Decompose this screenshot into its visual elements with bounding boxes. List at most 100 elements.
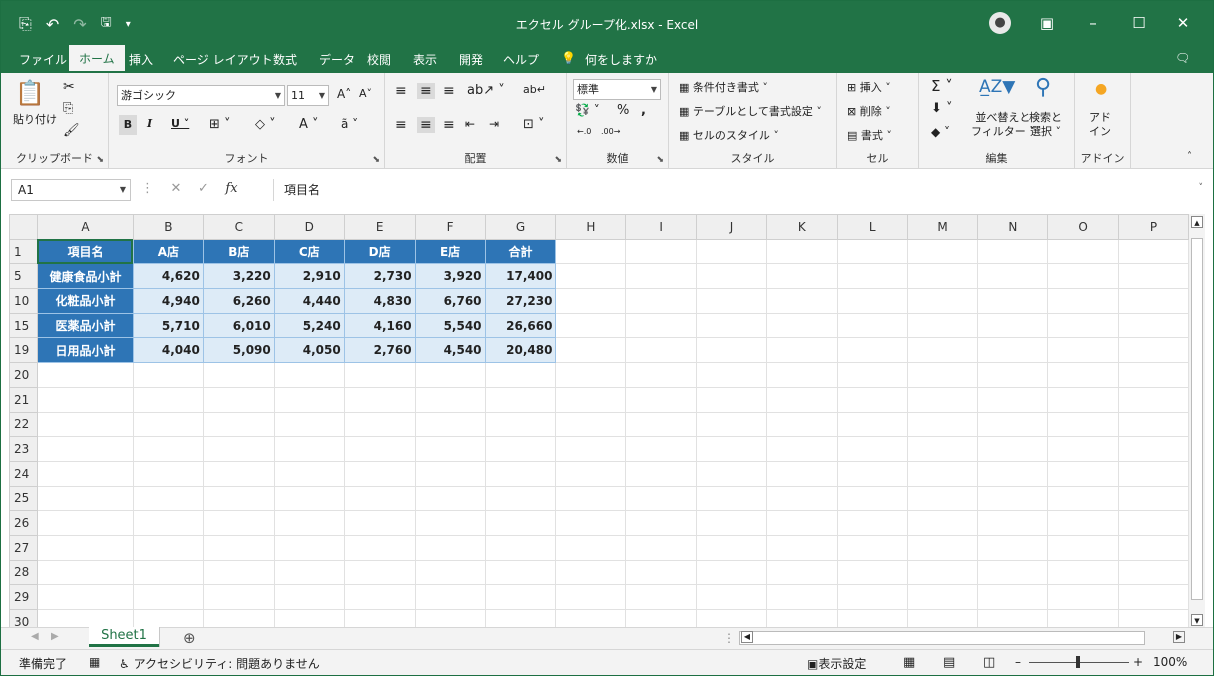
cell[interactable] <box>414 485 486 512</box>
insert-cells-button[interactable]: ⊞ 挿入 ˅ <box>847 79 891 95</box>
display-settings-button[interactable]: ▣表示設定 <box>807 655 866 672</box>
row-header[interactable]: 10 <box>9 288 38 314</box>
cell[interactable] <box>696 559 767 586</box>
cell[interactable] <box>484 534 557 561</box>
column-header[interactable]: H <box>555 214 627 240</box>
align-top-icon[interactable]: ≡ <box>395 83 407 99</box>
cell[interactable] <box>977 263 1049 290</box>
cell[interactable] <box>202 609 275 628</box>
phonetic-icon[interactable]: ã ˅ <box>341 117 358 131</box>
cell[interactable] <box>696 238 767 265</box>
cell[interactable] <box>555 411 627 438</box>
cell[interactable] <box>1118 362 1189 388</box>
comma-style-icon[interactable]: , <box>641 103 646 118</box>
delete-cells-button[interactable]: ⊠ 削除 ˅ <box>847 103 891 119</box>
cell[interactable] <box>343 559 416 586</box>
cell[interactable] <box>202 460 275 487</box>
cell[interactable] <box>36 559 134 586</box>
zoom-slider-thumb[interactable] <box>1076 656 1080 668</box>
cell[interactable] <box>696 312 767 339</box>
cell[interactable] <box>36 534 134 561</box>
number-format-combo[interactable]: 標準 ▼ <box>573 79 661 100</box>
cell[interactable] <box>202 510 275 536</box>
cell[interactable] <box>625 609 698 628</box>
cell[interactable] <box>273 510 345 536</box>
cell[interactable] <box>555 238 627 265</box>
cell[interactable] <box>202 436 275 462</box>
cell[interactable] <box>273 362 345 388</box>
tab-page-layout[interactable]: ページ レイアウト <box>173 51 273 68</box>
cell[interactable] <box>977 288 1049 314</box>
column-header[interactable]: D <box>273 214 345 240</box>
cell[interactable]: 2,910 <box>273 263 345 290</box>
column-header[interactable]: K <box>765 214 838 240</box>
cell[interactable] <box>414 510 486 536</box>
cell[interactable] <box>836 312 908 339</box>
zoom-out-icon[interactable]: – <box>1015 655 1021 669</box>
cell[interactable] <box>555 534 627 561</box>
cell[interactable]: 5,540 <box>414 312 486 339</box>
dialog-launcher-icon[interactable]: ⬊ <box>372 155 380 165</box>
cell[interactable]: 4,540 <box>414 337 486 364</box>
tab-review[interactable]: 校閲 <box>367 51 391 68</box>
cell[interactable] <box>273 386 345 413</box>
cell[interactable] <box>132 510 204 536</box>
cell[interactable]: 合計 <box>484 238 557 265</box>
cell[interactable] <box>1047 386 1120 413</box>
cell[interactable] <box>696 460 767 487</box>
normal-view-icon[interactable]: ▦ <box>903 655 915 670</box>
cell[interactable] <box>836 362 908 388</box>
cell[interactable] <box>625 337 698 364</box>
column-header[interactable]: O <box>1047 214 1120 240</box>
cell[interactable] <box>1047 263 1120 290</box>
cell[interactable] <box>977 534 1049 561</box>
zoom-in-icon[interactable]: + <box>1133 655 1143 669</box>
cell[interactable]: 日用品小計 <box>36 337 134 364</box>
cell[interactable] <box>977 312 1049 339</box>
cell[interactable] <box>1118 436 1189 462</box>
cell[interactable] <box>765 485 838 512</box>
tab-view[interactable]: 表示 <box>413 51 437 68</box>
cell[interactable] <box>836 337 908 364</box>
cell[interactable] <box>36 510 134 536</box>
cell[interactable] <box>765 411 838 438</box>
cell[interactable] <box>765 436 838 462</box>
cell[interactable] <box>1047 559 1120 586</box>
cell[interactable] <box>1118 584 1189 610</box>
cell[interactable]: D店 <box>343 238 416 265</box>
align-left-icon[interactable]: ≡ <box>395 117 407 133</box>
tell-me-search[interactable]: 何をしますか <box>585 51 657 68</box>
font-color-icon[interactable]: A ˅ <box>299 117 319 132</box>
cell[interactable] <box>977 362 1049 388</box>
cell[interactable] <box>696 534 767 561</box>
cell[interactable] <box>555 559 627 586</box>
currency-icon[interactable]: 💱 ˅ <box>575 103 600 117</box>
column-header[interactable]: C <box>202 214 275 240</box>
cell[interactable] <box>1047 436 1120 462</box>
cell[interactable] <box>625 238 698 265</box>
worksheet-grid[interactable]: ABCDEFGHIJKLMNOP 1 項目名 A店 B店 C店 D店 E店 合計 5 健康食品小計… <box>9 214 1189 628</box>
cell[interactable] <box>343 609 416 628</box>
dialog-launcher-icon[interactable]: ⬊ <box>656 155 664 165</box>
cell[interactable]: E店 <box>414 238 486 265</box>
prev-sheet-icon[interactable]: ◀ <box>31 631 39 642</box>
column-header[interactable]: F <box>414 214 486 240</box>
bold-icon[interactable]: B <box>119 115 137 135</box>
increase-decimal-icon[interactable]: ←.0 <box>577 127 591 136</box>
cell[interactable] <box>836 460 908 487</box>
fill-color-icon[interactable]: ◇ ˅ <box>255 117 276 132</box>
cell[interactable] <box>1118 534 1189 561</box>
cell[interactable]: 2,730 <box>343 263 416 290</box>
cell-styles-button[interactable]: ▦ セルのスタイル ˅ <box>679 127 779 143</box>
cell[interactable] <box>414 411 486 438</box>
cell[interactable] <box>555 337 627 364</box>
cell[interactable] <box>555 263 627 290</box>
increase-indent-icon[interactable]: ⇥ <box>489 117 499 131</box>
cell[interactable] <box>484 559 557 586</box>
tab-insert[interactable]: 挿入 <box>129 51 153 68</box>
column-header[interactable]: M <box>906 214 979 240</box>
cell[interactable] <box>765 312 838 339</box>
cell[interactable] <box>977 485 1049 512</box>
cell[interactable] <box>343 362 416 388</box>
cell[interactable] <box>836 386 908 413</box>
